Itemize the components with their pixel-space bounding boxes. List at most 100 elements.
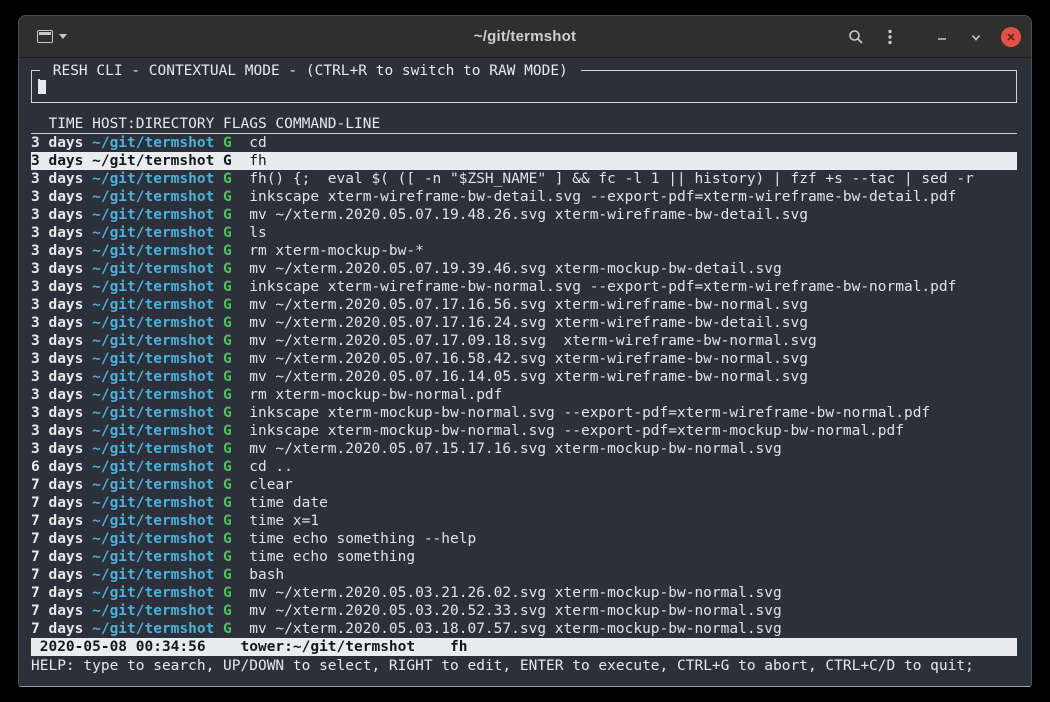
history-time: 3 days	[31, 423, 83, 439]
history-time: 3 days	[31, 387, 83, 403]
history-host: ~/git/termshot	[92, 207, 214, 223]
new-tab-button[interactable]	[31, 25, 73, 48]
history-command: rm xterm-mockup-bw-*	[249, 243, 424, 259]
history-host: ~/git/termshot	[92, 135, 214, 151]
history-flags: G	[223, 243, 232, 259]
history-row[interactable]: 7 days~/git/termshotGtime echo something…	[31, 530, 1017, 548]
history-row[interactable]: 3 days~/git/termshotGcd	[31, 134, 1017, 152]
history-row[interactable]: 3 days~/git/termshotGmv ~/xterm.2020.05.…	[31, 332, 1017, 350]
resh-search-box[interactable]: RESH CLI - CONTEXTUAL MODE - (CTRL+R to …	[31, 70, 1017, 103]
restore-icon	[970, 31, 982, 43]
history-row[interactable]: 3 days~/git/termshotGmv ~/xterm.2020.05.…	[31, 440, 1017, 458]
history-flags: G	[223, 351, 232, 367]
history-flags: G	[223, 171, 232, 187]
terminal-content[interactable]: RESH CLI - CONTEXTUAL MODE - (CTRL+R to …	[19, 58, 1031, 686]
history-flags: G	[223, 135, 232, 151]
history-time: 3 days	[31, 351, 83, 367]
history-host: ~/git/termshot	[92, 495, 214, 511]
history-row[interactable]: 6 days~/git/termshotGcd ..	[31, 458, 1017, 476]
history-row[interactable]: 3 days~/git/termshotGmv ~/xterm.2020.05.…	[31, 206, 1017, 224]
history-row[interactable]: 3 days~/git/termshotGls	[31, 224, 1017, 242]
minimize-button[interactable]	[929, 24, 955, 50]
history-row[interactable]: 7 days~/git/termshotGbash	[31, 566, 1017, 584]
history-time: 3 days	[31, 297, 83, 313]
search-button[interactable]	[843, 24, 869, 50]
history-time: 3 days	[31, 405, 83, 421]
history-row[interactable]: 3 days~/git/termshotGmv ~/xterm.2020.05.…	[31, 314, 1017, 332]
history-host: ~/git/termshot	[92, 567, 214, 583]
history-flags: G	[223, 549, 232, 565]
history-host: ~/git/termshot	[92, 585, 214, 601]
titlebar[interactable]: ~/git/termshot	[19, 16, 1031, 58]
history-flags: G	[223, 225, 232, 241]
history-row[interactable]: 3 days~/git/termshotGinkscape xterm-wire…	[31, 278, 1017, 296]
status-bar: 2020-05-08 00:34:56 tower:~/git/termshot…	[31, 638, 1017, 656]
history-row[interactable]: 3 days~/git/termshotGrm xterm-mockup-bw-…	[31, 242, 1017, 260]
history-host: ~/git/termshot	[92, 279, 214, 295]
restore-button[interactable]	[963, 24, 989, 50]
history-flags: G	[223, 153, 232, 169]
history-command: cd	[249, 135, 266, 151]
history-list: 3 days~/git/termshotGcd 3 days~/git/term…	[31, 134, 1017, 638]
history-flags: G	[223, 189, 232, 205]
history-command: mv ~/xterm.2020.05.07.17.09.18.svg xterm…	[249, 333, 816, 349]
history-command: mv ~/xterm.2020.05.07.16.58.42.svg xterm…	[249, 351, 808, 367]
history-command: mv ~/xterm.2020.05.07.19.48.26.svg xterm…	[249, 207, 808, 223]
history-host: ~/git/termshot	[92, 423, 214, 439]
history-row[interactable]: 7 days~/git/termshotGtime date	[31, 494, 1017, 512]
menu-button[interactable]	[877, 24, 903, 50]
column-header: TIME HOST:DIRECTORY FLAGS COMMAND-LINE	[31, 115, 1017, 134]
history-time: 3 days	[31, 243, 83, 259]
history-flags: G	[223, 567, 232, 583]
history-time: 3 days	[31, 171, 83, 187]
close-icon	[1006, 32, 1016, 42]
minimize-icon	[936, 31, 948, 43]
history-host: ~/git/termshot	[92, 171, 214, 187]
history-host: ~/git/termshot	[92, 459, 214, 475]
history-row[interactable]: 3 days~/git/termshotGmv ~/xterm.2020.05.…	[31, 368, 1017, 386]
history-host: ~/git/termshot	[92, 405, 214, 421]
history-flags: G	[223, 459, 232, 475]
history-host: ~/git/termshot	[92, 603, 214, 619]
history-row[interactable]: 7 days~/git/termshotGclear	[31, 476, 1017, 494]
history-flags: G	[223, 333, 232, 349]
history-time: 6 days	[31, 459, 83, 475]
history-row[interactable]: 7 days~/git/termshotGmv ~/xterm.2020.05.…	[31, 584, 1017, 602]
history-row[interactable]: 7 days~/git/termshotGtime x=1	[31, 512, 1017, 530]
history-command: inkscape xterm-wireframe-bw-normal.svg -…	[249, 279, 956, 295]
history-row[interactable]: 3 days~/git/termshotGinkscape xterm-mock…	[31, 404, 1017, 422]
history-command: mv ~/xterm.2020.05.07.19.39.46.svg xterm…	[249, 261, 782, 277]
history-flags: G	[223, 315, 232, 331]
history-flags: G	[223, 495, 232, 511]
history-host: ~/git/termshot	[92, 549, 214, 565]
history-row[interactable]: 7 days~/git/termshotGtime echo something	[31, 548, 1017, 566]
history-flags: G	[223, 603, 232, 619]
history-row[interactable]: 3 days ~/git/termshot Gfh() {; eval $( ([ …	[31, 170, 1017, 188]
text-cursor	[38, 79, 46, 94]
terminal-window: ~/git/termshot	[18, 15, 1032, 687]
history-command: time x=1	[249, 513, 319, 529]
history-row[interactable]: 3 days~/git/termshotGrm xterm-mockup-bw-…	[31, 386, 1017, 404]
history-command: fh() {; eval $( ([ -n "$ZSH_NAME" ] && f…	[249, 171, 974, 187]
history-row[interactable]: 3 days~/git/termshotGmv ~/xterm.2020.05.…	[31, 296, 1017, 314]
history-row[interactable]: 3 days~/git/termshotGmv ~/xterm.2020.05.…	[31, 260, 1017, 278]
history-command: mv ~/xterm.2020.05.07.17.16.24.svg xterm…	[249, 315, 808, 331]
history-flags: G	[223, 297, 232, 313]
history-row[interactable]: 3 days~/git/termshotGinkscape xterm-wire…	[31, 188, 1017, 206]
close-button[interactable]	[1001, 27, 1021, 47]
history-flags: G	[223, 261, 232, 277]
history-command: clear	[249, 477, 293, 493]
terminal-icon	[37, 30, 53, 43]
history-host: ~/git/termshot	[92, 369, 214, 385]
history-row[interactable]: 3 days~/git/termshotGinkscape xterm-mock…	[31, 422, 1017, 440]
history-time: 3 days	[31, 225, 83, 241]
history-flags: G	[223, 531, 232, 547]
history-row[interactable]: 7 days~/git/termshotGmv ~/xterm.2020.05.…	[31, 602, 1017, 620]
history-row[interactable]: 3 days~/git/termshotGmv ~/xterm.2020.05.…	[31, 350, 1017, 368]
history-row[interactable]: 7 days~/git/termshotGmv ~/xterm.2020.05.…	[31, 620, 1017, 638]
history-flags: G	[223, 585, 232, 601]
history-row[interactable]: 3 days~/git/termshotGfh	[31, 152, 1017, 170]
history-command: time echo something	[249, 549, 415, 565]
history-host: ~/git/termshot	[92, 153, 214, 169]
history-command: mv ~/xterm.2020.05.07.15.17.16.svg xterm…	[249, 441, 782, 457]
